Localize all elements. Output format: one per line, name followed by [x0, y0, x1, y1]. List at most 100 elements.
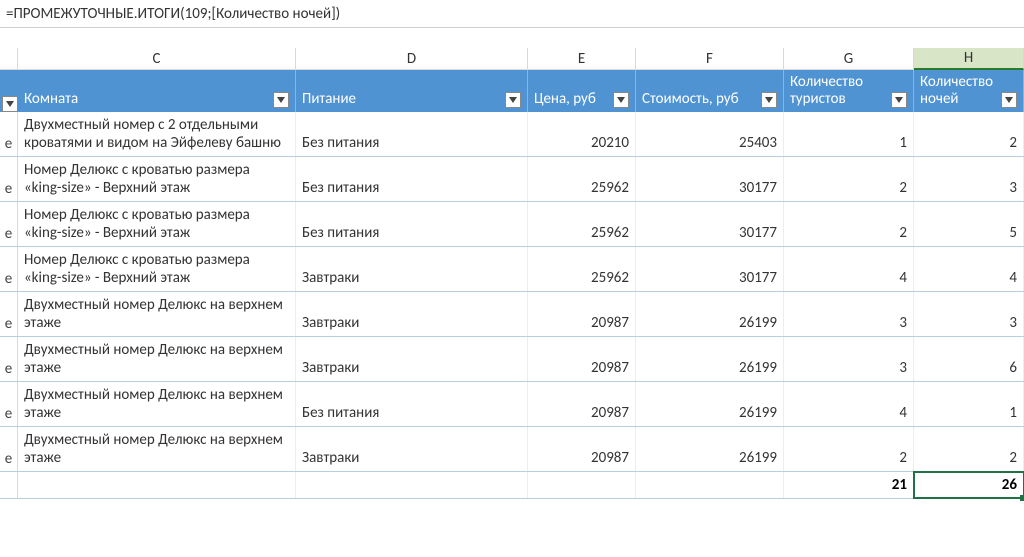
- cell-room[interactable]: Номер Делюкс с кроватью размера «king-si…: [18, 247, 296, 291]
- cell-tourists[interactable]: 4: [784, 247, 914, 291]
- cell-meal[interactable]: Завтраки: [296, 337, 528, 381]
- cell-price[interactable]: 25962: [528, 202, 636, 246]
- header-meal-label: Питание: [302, 91, 503, 108]
- cell-room[interactable]: Двухместный номер Делюкс на верхнем этаж…: [18, 382, 296, 426]
- table-body: eДвухместный номер с 2 отдельными кроват…: [0, 112, 1024, 472]
- cell-price[interactable]: 20987: [528, 382, 636, 426]
- cell-room[interactable]: Номер Делюкс с кроватью размера «king-si…: [18, 202, 296, 246]
- cell-tourists[interactable]: 2: [784, 157, 914, 201]
- filter-button-tourists[interactable]: [891, 92, 907, 108]
- cell-room[interactable]: Двухместный номер Делюкс на верхнем этаж…: [18, 427, 296, 471]
- cell-tourists[interactable]: 2: [784, 427, 914, 471]
- filter-button-price[interactable]: [613, 92, 629, 108]
- cell-price[interactable]: 20210: [528, 112, 636, 156]
- cell-tourists[interactable]: 2: [784, 202, 914, 246]
- col-header-g[interactable]: G: [784, 48, 914, 70]
- cell-room[interactable]: Двухместный номер с 2 отдельными кроватя…: [18, 112, 296, 156]
- cell-meal[interactable]: Завтраки: [296, 292, 528, 336]
- cell-cost[interactable]: 26199: [636, 382, 784, 426]
- cell-tourists[interactable]: 3: [784, 292, 914, 336]
- cell-nights[interactable]: 2: [914, 112, 1024, 156]
- table-row: eДвухместный номер с 2 отдельными кроват…: [0, 112, 1024, 157]
- cell-nights[interactable]: 3: [914, 157, 1024, 201]
- cell-tourists[interactable]: 3: [784, 337, 914, 381]
- col-header-e[interactable]: E: [528, 48, 636, 70]
- cell-cost[interactable]: [636, 472, 784, 498]
- header-room-label: Комната: [24, 91, 271, 108]
- filter-button-nights[interactable]: [1001, 92, 1017, 108]
- row-stub[interactable]: [0, 472, 18, 498]
- row-stub[interactable]: e: [0, 247, 18, 291]
- cell-cost[interactable]: 26199: [636, 427, 784, 471]
- col-header-f[interactable]: F: [636, 48, 784, 70]
- cell-tourists[interactable]: 4: [784, 382, 914, 426]
- cell-meal[interactable]: Без питания: [296, 202, 528, 246]
- cell-nights[interactable]: 4: [914, 247, 1024, 291]
- cell-cost[interactable]: 26199: [636, 292, 784, 336]
- cell-room[interactable]: Двухместный номер Делюкс на верхнем этаж…: [18, 292, 296, 336]
- cell-price[interactable]: 25962: [528, 157, 636, 201]
- row-stub[interactable]: e: [0, 382, 18, 426]
- cell-meal[interactable]: Без питания: [296, 157, 528, 201]
- table-row: eНомер Делюкс с кроватью размера «king-s…: [0, 247, 1024, 292]
- filter-button-room[interactable]: [273, 92, 289, 108]
- cell-meal[interactable]: Без питания: [296, 112, 528, 156]
- header-price: Цена, руб: [528, 70, 636, 112]
- cell-cost[interactable]: 30177: [636, 157, 784, 201]
- cell-cost[interactable]: 26199: [636, 337, 784, 381]
- row-stub[interactable]: e: [0, 202, 18, 246]
- cell-room[interactable]: Номер Делюкс с кроватью размера «king-si…: [18, 157, 296, 201]
- table-row: eНомер Делюкс с кроватью размера «king-s…: [0, 157, 1024, 202]
- header-stub: [0, 70, 18, 112]
- table-row: eНомер Делюкс с кроватью размера «king-s…: [0, 202, 1024, 247]
- cell-price[interactable]: 20987: [528, 337, 636, 381]
- table-row: eДвухместный номер Делюкс на верхнем эта…: [0, 337, 1024, 382]
- col-header-d[interactable]: D: [296, 48, 528, 70]
- row-stub[interactable]: e: [0, 157, 18, 201]
- cell-meal[interactable]: Завтраки: [296, 247, 528, 291]
- cell-nights[interactable]: 6: [914, 337, 1024, 381]
- cell-tourists[interactable]: 1: [784, 112, 914, 156]
- cell-meal[interactable]: Без питания: [296, 382, 528, 426]
- header-cost: Стоимость, руб: [636, 70, 784, 112]
- filter-button-meal[interactable]: [505, 92, 521, 108]
- cell-tourists-total[interactable]: 21: [784, 472, 914, 498]
- col-header-stub[interactable]: [0, 48, 18, 70]
- cell-cost[interactable]: 30177: [636, 202, 784, 246]
- header-nights-label: Количество ночей: [920, 74, 999, 109]
- row-stub[interactable]: e: [0, 292, 18, 336]
- cell-nights[interactable]: 2: [914, 427, 1024, 471]
- formula-text: =ПРОМЕЖУТОЧНЫЕ.ИТОГИ(109;[Количество ноч…: [6, 5, 340, 23]
- cell-price[interactable]: [528, 472, 636, 498]
- header-tourists: Количество туристов: [784, 70, 914, 112]
- formula-bar[interactable]: =ПРОМЕЖУТОЧНЫЕ.ИТОГИ(109;[Количество ноч…: [0, 0, 1024, 28]
- header-cost-label: Стоимость, руб: [642, 91, 759, 108]
- cell-room[interactable]: [18, 472, 296, 498]
- table-row: eДвухместный номер Делюкс на верхнем эта…: [0, 292, 1024, 337]
- header-nights: Количество ночей: [914, 70, 1024, 112]
- cell-cost[interactable]: 25403: [636, 112, 784, 156]
- filter-button-cost[interactable]: [761, 92, 777, 108]
- row-stub[interactable]: e: [0, 427, 18, 471]
- cell-nights-total[interactable]: 26: [914, 472, 1024, 498]
- table-row: eДвухместный номер Делюкс на верхнем эта…: [0, 427, 1024, 472]
- cell-price[interactable]: 20987: [528, 292, 636, 336]
- header-meal: Питание: [296, 70, 528, 112]
- column-headers: C D E F G H: [0, 48, 1024, 70]
- cell-nights[interactable]: 5: [914, 202, 1024, 246]
- row-stub[interactable]: e: [0, 112, 18, 156]
- cell-room[interactable]: Двухместный номер Делюкс на верхнем этаж…: [18, 337, 296, 381]
- cell-price[interactable]: 25962: [528, 247, 636, 291]
- header-price-label: Цена, руб: [534, 91, 611, 108]
- header-tourists-label: Количество туристов: [790, 74, 889, 109]
- row-stub[interactable]: e: [0, 337, 18, 381]
- cell-price[interactable]: 20987: [528, 427, 636, 471]
- cell-meal[interactable]: Завтраки: [296, 427, 528, 471]
- filter-button-stub[interactable]: [2, 96, 18, 112]
- cell-cost[interactable]: 30177: [636, 247, 784, 291]
- col-header-c[interactable]: C: [18, 48, 296, 70]
- cell-nights[interactable]: 1: [914, 382, 1024, 426]
- col-header-h[interactable]: H: [914, 48, 1024, 70]
- cell-nights[interactable]: 3: [914, 292, 1024, 336]
- cell-meal[interactable]: [296, 472, 528, 498]
